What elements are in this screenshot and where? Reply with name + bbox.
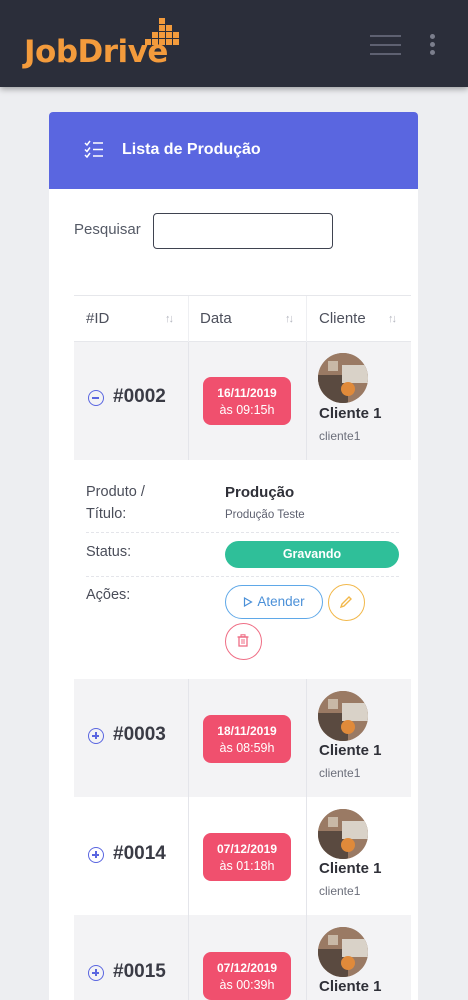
client-name: Cliente 1 — [319, 860, 382, 877]
divider — [86, 532, 399, 533]
avatar — [318, 809, 368, 859]
production-list-card: Lista de Produção Pesquisar #ID ↑↓ Data … — [49, 112, 418, 1000]
column-header-client-label: Cliente — [319, 310, 366, 327]
client-name: Cliente 1 — [319, 405, 382, 422]
date-text: 18/11/2019 — [217, 724, 277, 738]
column-divider — [306, 915, 307, 1000]
minus-circle-icon[interactable] — [88, 390, 104, 406]
card-title: Lista de Produção — [122, 141, 261, 158]
column-divider — [306, 797, 307, 915]
plus-circle-icon[interactable] — [88, 847, 104, 863]
avatar — [318, 353, 368, 403]
date-badge: 07/12/2019 às 01:18h — [203, 833, 291, 881]
column-divider — [188, 915, 189, 1000]
date-badge: 16/11/2019 às 09:15h — [203, 377, 291, 425]
client-username: cliente1 — [319, 429, 361, 443]
sort-icon[interactable]: ↑↓ — [285, 296, 294, 342]
avatar — [318, 927, 368, 977]
date-text: 07/12/2019 — [216, 842, 278, 856]
delete-button[interactable] — [225, 623, 262, 660]
table-row[interactable]: #0002 16/11/2019 às 09:15h Cliente 1 cli… — [74, 342, 411, 460]
row-id: #0014 — [113, 843, 166, 864]
column-header-client[interactable]: Cliente ↑↓ — [319, 296, 411, 342]
column-header-date-label: Data — [200, 310, 232, 327]
client-username: cliente1 — [319, 884, 361, 898]
time-text: às 01:18h — [219, 859, 275, 873]
row-detail-panel: Produto / Título: Produção Produção Test… — [74, 461, 411, 679]
product-value: Produção — [225, 484, 295, 501]
top-bar: JobDrive — [0, 0, 468, 87]
column-divider — [306, 679, 307, 797]
table-header-row: #ID ↑↓ Data ↑↓ Cliente ↑↓ — [74, 295, 411, 342]
column-divider — [306, 342, 307, 460]
table-row[interactable]: #0003 18/11/2019 às 08:59h Cliente 1 cli… — [74, 679, 411, 797]
row-id: #0003 — [113, 724, 166, 745]
plus-circle-icon[interactable] — [88, 965, 104, 981]
column-divider — [188, 296, 189, 342]
sort-icon[interactable]: ↑↓ — [388, 296, 397, 342]
column-header-id-label: #ID — [86, 310, 110, 327]
product-label-2: Título: — [86, 506, 127, 522]
search-input[interactable] — [153, 213, 333, 249]
table-row[interactable]: #0014 07/12/2019 às 01:18h Cliente 1 cli… — [74, 797, 411, 915]
hamburger-icon[interactable] — [370, 35, 401, 55]
card-header: Lista de Produção — [49, 112, 418, 189]
sort-icon[interactable]: ↑↓ — [165, 296, 174, 342]
client-name: Cliente 1 — [319, 978, 382, 995]
column-divider — [188, 679, 189, 797]
play-icon — [244, 596, 254, 608]
row-id: #0002 — [113, 386, 166, 407]
date-badge: 18/11/2019 às 08:59h — [203, 715, 291, 763]
search-label: Pesquisar — [74, 221, 141, 238]
client-name: Cliente 1 — [319, 742, 382, 759]
divider — [86, 576, 399, 577]
row-id: #0015 — [113, 961, 166, 982]
pencil-icon — [339, 596, 352, 609]
product-subvalue: Produção Teste — [225, 509, 305, 521]
column-header-date[interactable]: Data ↑↓ — [200, 296, 305, 342]
client-username: cliente1 — [319, 766, 361, 780]
trash-icon — [237, 634, 249, 647]
date-text: 07/12/2019 — [216, 961, 278, 975]
edit-button[interactable] — [328, 584, 365, 621]
plus-circle-icon[interactable] — [88, 728, 104, 744]
product-label: Produto / — [86, 484, 145, 500]
list-check-icon — [84, 140, 103, 158]
status-badge: Gravando — [225, 541, 399, 568]
column-divider — [188, 797, 189, 915]
kebab-icon[interactable] — [430, 34, 436, 56]
time-text: às 09:15h — [219, 403, 275, 417]
logo-bars-icon — [145, 18, 179, 50]
date-text: 16/11/2019 — [217, 386, 277, 400]
time-text: às 08:59h — [219, 741, 275, 755]
time-text: às 00:39h — [219, 978, 275, 992]
column-divider — [306, 296, 307, 342]
date-badge: 07/12/2019 às 00:39h — [203, 952, 291, 1000]
table-row[interactable]: #0015 07/12/2019 às 00:39h Cliente 1 — [74, 915, 411, 1000]
attend-button-label: Atender — [257, 594, 305, 609]
attend-button[interactable]: Atender — [225, 585, 323, 619]
avatar — [318, 691, 368, 741]
column-divider — [188, 342, 189, 460]
actions-label: Ações: — [86, 587, 131, 603]
column-header-id[interactable]: #ID ↑↓ — [86, 296, 186, 342]
status-label: Status: — [86, 544, 132, 560]
